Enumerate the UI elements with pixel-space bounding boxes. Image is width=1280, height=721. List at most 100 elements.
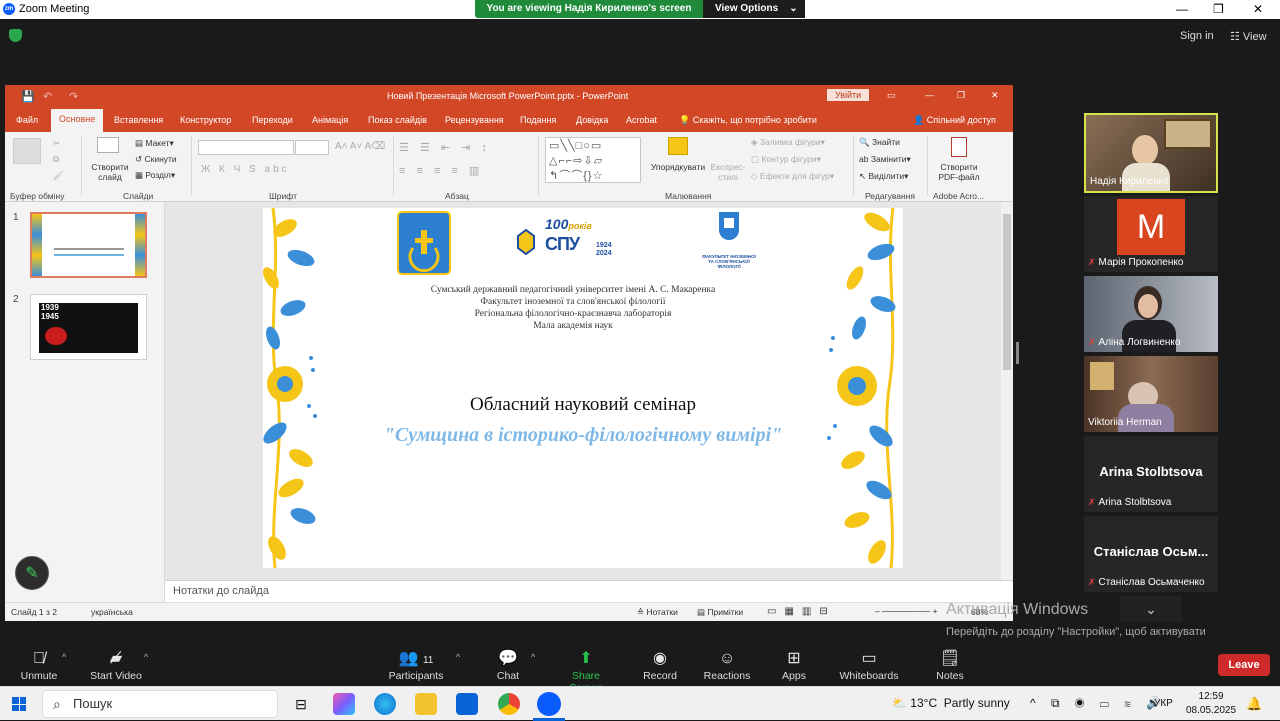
ppt-maximize-icon[interactable]: ❐ bbox=[957, 90, 965, 101]
shape-fill-button[interactable]: ◈ Заливка фігури▾ bbox=[751, 137, 825, 148]
participant-tile[interactable]: M ✗ Марія Прокопенко bbox=[1084, 196, 1218, 272]
chat-caret[interactable]: ^ bbox=[531, 652, 535, 662]
tab-file[interactable]: Файл bbox=[16, 115, 38, 125]
tab-design[interactable]: Конструктор bbox=[180, 115, 231, 125]
view-button[interactable]: ☷ View bbox=[1230, 30, 1267, 43]
shape-effects-button[interactable]: ◇ Ефекти для фігур▾ bbox=[751, 171, 834, 182]
tab-help[interactable]: Довідка bbox=[576, 115, 608, 125]
notifications-icon[interactable]: 🔔 bbox=[1246, 696, 1262, 712]
undo-icon[interactable]: ↶ bbox=[43, 90, 52, 103]
zoom-slider[interactable]: – ──────── + bbox=[875, 606, 938, 616]
paste-icon[interactable] bbox=[13, 138, 41, 164]
notes-toggle[interactable]: ≙ Нотатки bbox=[637, 607, 678, 618]
edge-icon[interactable] bbox=[374, 693, 396, 715]
zoom-taskbar-icon[interactable] bbox=[537, 692, 561, 716]
layout-button[interactable]: ▤ Макет▾ bbox=[135, 138, 174, 149]
sign-in-link[interactable]: Sign in bbox=[1180, 30, 1214, 42]
view-buttons[interactable]: ▭▦▥⊟ bbox=[767, 606, 836, 617]
tab-transitions[interactable]: Переходи bbox=[252, 115, 293, 125]
participant-tile[interactable]: ✗ Аліна Логвиненко bbox=[1084, 276, 1218, 352]
section-button[interactable]: ▦ Розділ▾ bbox=[135, 170, 175, 181]
taskbar-search[interactable]: ⌕ Пошук bbox=[42, 690, 278, 718]
participant-tile[interactable]: Arina Stolbtsova ✗ Arina Stolbtsova bbox=[1084, 436, 1218, 512]
select-button[interactable]: ↖ Виділити▾ bbox=[859, 171, 908, 182]
reactions-button[interactable]: ☺ Reactions bbox=[702, 648, 752, 682]
video-options-caret[interactable]: ^ bbox=[144, 652, 148, 662]
weather-widget[interactable]: ⛅ 13°C Partly sunny bbox=[892, 696, 1010, 710]
pdf-icon[interactable] bbox=[951, 137, 967, 157]
audio-options-caret[interactable]: ^ bbox=[62, 652, 66, 662]
list-buttons[interactable]: ☰ ☰ ⇤ ⇥ ↕ bbox=[399, 141, 491, 154]
tab-animations[interactable]: Анімація bbox=[312, 115, 348, 125]
tray-icons[interactable]: ^ ⧉ ◉ ▭ ≋ 🔊 bbox=[1030, 696, 1167, 711]
comments-toggle[interactable]: ▤ Примітки bbox=[697, 607, 743, 618]
maximize-icon[interactable]: ❐ bbox=[1213, 2, 1224, 16]
outlook-icon[interactable] bbox=[456, 693, 478, 715]
align-buttons[interactable]: ≡ ≡ ≡ ≡ ▥ bbox=[399, 164, 483, 177]
ppt-close-icon[interactable]: ✕ bbox=[991, 90, 999, 101]
view-options-button[interactable]: View Options ⌄ bbox=[703, 0, 805, 18]
font-name-field[interactable] bbox=[198, 140, 294, 155]
editor-scrollbar[interactable] bbox=[1001, 202, 1013, 580]
ppt-signin-button[interactable]: Увійти bbox=[827, 89, 870, 101]
record-button[interactable]: ◉ Record bbox=[640, 648, 680, 682]
format-painter-icon[interactable]: 🖌 bbox=[53, 170, 64, 181]
new-slide-icon[interactable] bbox=[97, 137, 119, 153]
cut-icon[interactable]: ✂ bbox=[53, 138, 60, 149]
close-icon[interactable]: ✕ bbox=[1253, 2, 1263, 16]
replace-button[interactable]: ab Замінити▾ bbox=[859, 154, 911, 165]
participants-button[interactable]: 👥 11 Participants bbox=[386, 648, 446, 682]
chevron-down-icon[interactable]: ⌄ bbox=[1120, 596, 1182, 622]
notes-button[interactable]: 🗒 Notes bbox=[930, 648, 970, 682]
slide-canvas[interactable]: 100років СПУ 1924 2024 ФАКУЛЬТЕТ ІНОЗЕМН… bbox=[263, 208, 903, 568]
resize-handle[interactable] bbox=[1016, 342, 1019, 364]
save-icon[interactable]: 💾 bbox=[21, 90, 35, 103]
new-slide-button[interactable]: Створити слайд bbox=[89, 162, 131, 182]
tell-me-box[interactable]: 💡 Скажіть, що потрібно зробити bbox=[679, 115, 817, 126]
minimize-icon[interactable]: — bbox=[1176, 2, 1188, 16]
apps-button[interactable]: ⊞ Apps bbox=[776, 648, 812, 682]
redo-icon[interactable]: ↷ bbox=[69, 90, 78, 103]
chrome-icon[interactable] bbox=[498, 693, 520, 715]
whiteboards-button[interactable]: ▭ Whiteboards bbox=[836, 648, 902, 682]
tab-review[interactable]: Рецензування bbox=[445, 115, 504, 125]
quick-styles-button[interactable]: Експрес-стилі bbox=[708, 162, 748, 182]
tab-slideshow[interactable]: Показ слайдів bbox=[368, 115, 427, 125]
copilot-icon[interactable] bbox=[333, 693, 355, 715]
find-button[interactable]: 🔍 Знайти bbox=[859, 137, 900, 148]
arrange-icon[interactable] bbox=[668, 137, 688, 155]
task-view-icon[interactable]: ⊟ bbox=[290, 693, 312, 715]
tab-home[interactable]: Основне bbox=[51, 109, 104, 132]
slide-thumbnail-2[interactable]: 1939 1945 bbox=[30, 294, 147, 360]
tab-view[interactable]: Подання bbox=[520, 115, 556, 125]
ppt-minimize-icon[interactable]: — bbox=[925, 90, 934, 100]
annotate-pen-icon[interactable]: ✎ bbox=[15, 556, 49, 590]
shapes-gallery[interactable]: ▭╲╲□○▭ △⌐⌐⇨⇩▱ ↰⌒⌒{}☆ bbox=[545, 137, 641, 183]
ribbon-display-icon[interactable]: ▭ bbox=[887, 90, 896, 101]
participants-caret[interactable]: ^ bbox=[456, 652, 460, 662]
input-language[interactable]: УКР bbox=[1154, 698, 1173, 709]
file-explorer-icon[interactable] bbox=[415, 693, 437, 715]
slide-thumbnail-1[interactable] bbox=[30, 212, 147, 278]
share-button[interactable]: 👤 Спільний доступ bbox=[913, 115, 996, 126]
font-grow-icon[interactable]: A˄ A˅ A⌫ bbox=[335, 141, 385, 152]
create-pdf-button[interactable]: Створити PDF-файл bbox=[933, 162, 985, 182]
tab-insert[interactable]: Вставлення bbox=[114, 115, 163, 125]
notes-pane[interactable]: Нотатки до слайда bbox=[165, 580, 1013, 602]
tab-acrobat[interactable]: Acrobat bbox=[626, 115, 657, 125]
reset-button[interactable]: ↺ Скинути bbox=[135, 154, 177, 165]
language-indicator[interactable]: українська bbox=[91, 607, 133, 617]
chat-button[interactable]: 💬 Chat bbox=[488, 648, 528, 682]
font-size-field[interactable] bbox=[295, 140, 329, 155]
shape-outline-button[interactable]: ▢ Контур фігури▾ bbox=[751, 154, 821, 165]
participant-tile[interactable]: Viktoriia Herman bbox=[1084, 356, 1218, 432]
arrange-button[interactable]: Упорядкувати bbox=[649, 162, 707, 172]
taskbar-clock[interactable]: 12:59 08.05.2025 bbox=[1186, 690, 1236, 718]
leave-button[interactable]: Leave bbox=[1218, 654, 1270, 676]
unmute-button[interactable]: 🎙̸ Unmute bbox=[14, 648, 64, 682]
windows-start-icon[interactable] bbox=[12, 697, 26, 711]
participant-tile[interactable]: Надія Кириленко bbox=[1084, 113, 1218, 193]
copy-icon[interactable]: ⧉ bbox=[53, 154, 59, 165]
start-video-button[interactable]: ▰̸ Start Video bbox=[86, 648, 146, 682]
participant-tile[interactable]: Станіслав Осьм... ✗ Станіслав Осьмаченко bbox=[1084, 516, 1218, 592]
